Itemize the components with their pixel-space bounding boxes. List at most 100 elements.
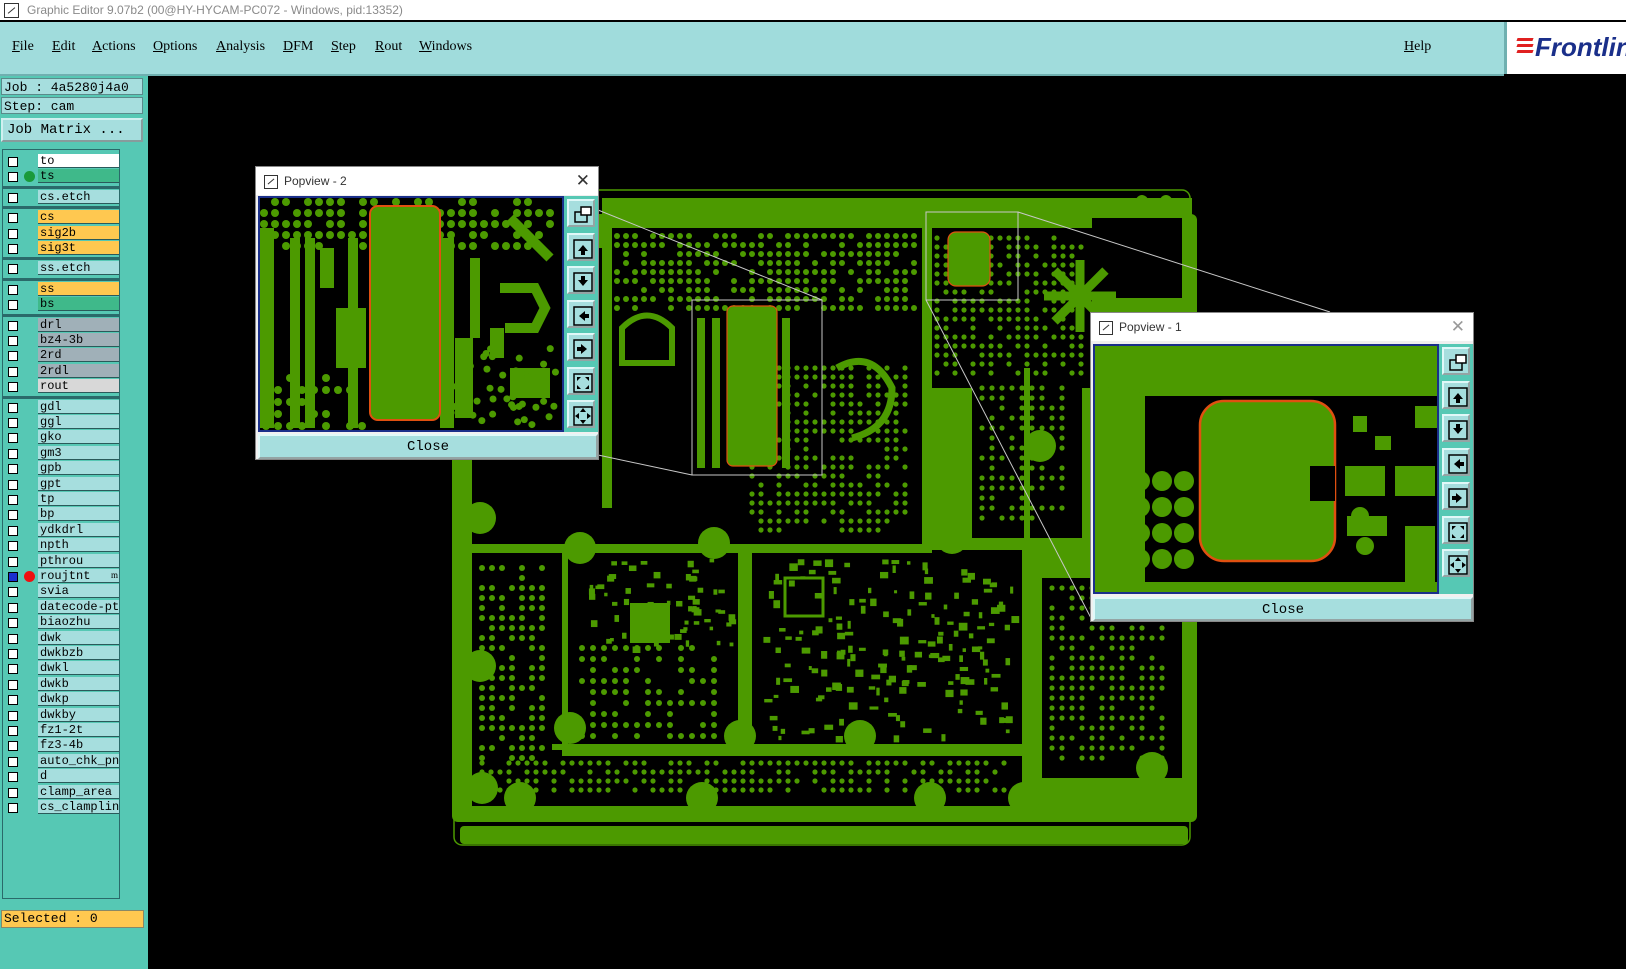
pan-up-icon-button[interactable]	[567, 232, 595, 261]
via-pad	[322, 386, 330, 394]
pan-up-icon-button[interactable]	[1442, 380, 1470, 409]
zoom-in-icon-button[interactable]	[567, 366, 595, 395]
via-pad	[513, 198, 521, 206]
close-icon[interactable]: ✕	[576, 167, 590, 195]
via-pad	[326, 198, 334, 206]
via-pad	[1096, 487, 1114, 505]
via-pad	[1096, 387, 1114, 405]
copper-rail	[1095, 582, 1437, 592]
popview-1-toolbar	[1439, 344, 1473, 594]
via-pad	[274, 410, 282, 418]
popview-2-toolbar	[564, 196, 598, 432]
via-pad	[359, 209, 367, 217]
zoom-in-icon-button[interactable]	[1442, 515, 1470, 544]
popview-1-title: Popview - 1	[1119, 320, 1182, 334]
via-pad	[1174, 549, 1194, 569]
window-toggle-icon-button[interactable]	[567, 199, 595, 227]
via-pad	[502, 242, 510, 250]
via-pad	[449, 382, 457, 390]
via-pad	[503, 395, 511, 403]
popview-2-canvas[interactable]	[258, 196, 564, 432]
popview-1-canvas[interactable]	[1093, 344, 1439, 594]
via-pad	[282, 220, 290, 228]
popview-icon	[264, 175, 278, 189]
pan-left-icon	[1448, 454, 1468, 474]
via-pad	[491, 209, 499, 217]
zoom-in-icon	[573, 372, 593, 393]
via-pad	[497, 385, 505, 393]
via-pad	[513, 242, 521, 250]
via-pad	[1130, 497, 1150, 517]
pan-down-icon	[1448, 420, 1468, 441]
popview-1-zoom-image	[1095, 346, 1437, 592]
via-pad	[518, 400, 526, 408]
via-pad	[512, 367, 520, 375]
via-pad	[546, 209, 554, 217]
popview-1-close-button[interactable]: Close	[1093, 597, 1473, 621]
via-pad	[1174, 471, 1194, 491]
pan-down-icon-button[interactable]	[567, 266, 595, 294]
pan-left-icon	[573, 305, 593, 326]
via-pad	[509, 403, 517, 411]
via-pad	[359, 198, 367, 206]
via-pad	[348, 231, 356, 239]
via-pad	[469, 220, 477, 228]
via-pad	[359, 242, 367, 250]
via-pad	[546, 345, 554, 353]
via-pad	[326, 220, 334, 228]
pan-left-icon-button[interactable]	[1442, 448, 1470, 477]
via-pad	[260, 220, 268, 228]
pan-right-icon-button[interactable]	[567, 333, 595, 361]
zoom-out-icon-button[interactable]	[1442, 549, 1470, 578]
pan-left-icon-button[interactable]	[567, 299, 595, 328]
via-pad	[1130, 523, 1150, 543]
popview-2-title: Popview - 2	[284, 174, 347, 188]
via-pad	[483, 365, 491, 373]
via-pad	[1152, 523, 1172, 543]
via-pad	[509, 393, 517, 401]
popview-2-close-button[interactable]: Close	[258, 434, 598, 459]
zoom-in-icon	[1448, 521, 1468, 542]
via-pad	[315, 198, 323, 206]
smd-pad	[1375, 436, 1391, 450]
close-icon[interactable]: ✕	[1451, 313, 1465, 341]
via-pad	[458, 220, 466, 228]
via-pad	[524, 209, 532, 217]
via-pad	[447, 231, 455, 239]
connector-line	[597, 454, 693, 476]
via-pad	[282, 198, 290, 206]
zoom-out-icon-button[interactable]	[567, 400, 595, 428]
via-pad	[486, 384, 494, 392]
window-toggle-icon-button[interactable]	[1442, 347, 1470, 375]
via-pad	[482, 349, 490, 357]
via-pad	[532, 374, 540, 382]
via-pad	[551, 368, 559, 376]
via-pad	[458, 242, 466, 250]
via-pad	[1351, 507, 1369, 525]
via-pad	[370, 198, 378, 206]
via-pad	[1096, 412, 1114, 430]
via-pad	[337, 231, 345, 239]
window-toggle-icon	[574, 206, 592, 223]
via-pad	[540, 360, 548, 368]
via-pad	[293, 209, 301, 217]
pan-right-icon-button[interactable]	[1442, 481, 1470, 510]
via-pad	[337, 198, 345, 206]
via-pad	[274, 422, 282, 430]
via-pad	[514, 418, 522, 426]
via-pad	[274, 398, 282, 406]
via-pad	[1096, 462, 1114, 480]
via-pad	[392, 198, 400, 206]
pan-down-icon-button[interactable]	[1442, 414, 1470, 443]
via-pad	[1130, 471, 1150, 491]
via-pad	[425, 198, 433, 206]
via-pad	[271, 198, 279, 206]
via-pad	[315, 209, 323, 217]
via-pad	[469, 198, 477, 206]
via-pad	[499, 371, 507, 379]
popview-1-window: Popview - 1 ✕ Close	[1090, 312, 1474, 622]
via-pad	[469, 411, 477, 419]
pan-up-icon	[573, 238, 593, 259]
via-pad	[447, 209, 455, 217]
via-pad	[462, 346, 470, 354]
